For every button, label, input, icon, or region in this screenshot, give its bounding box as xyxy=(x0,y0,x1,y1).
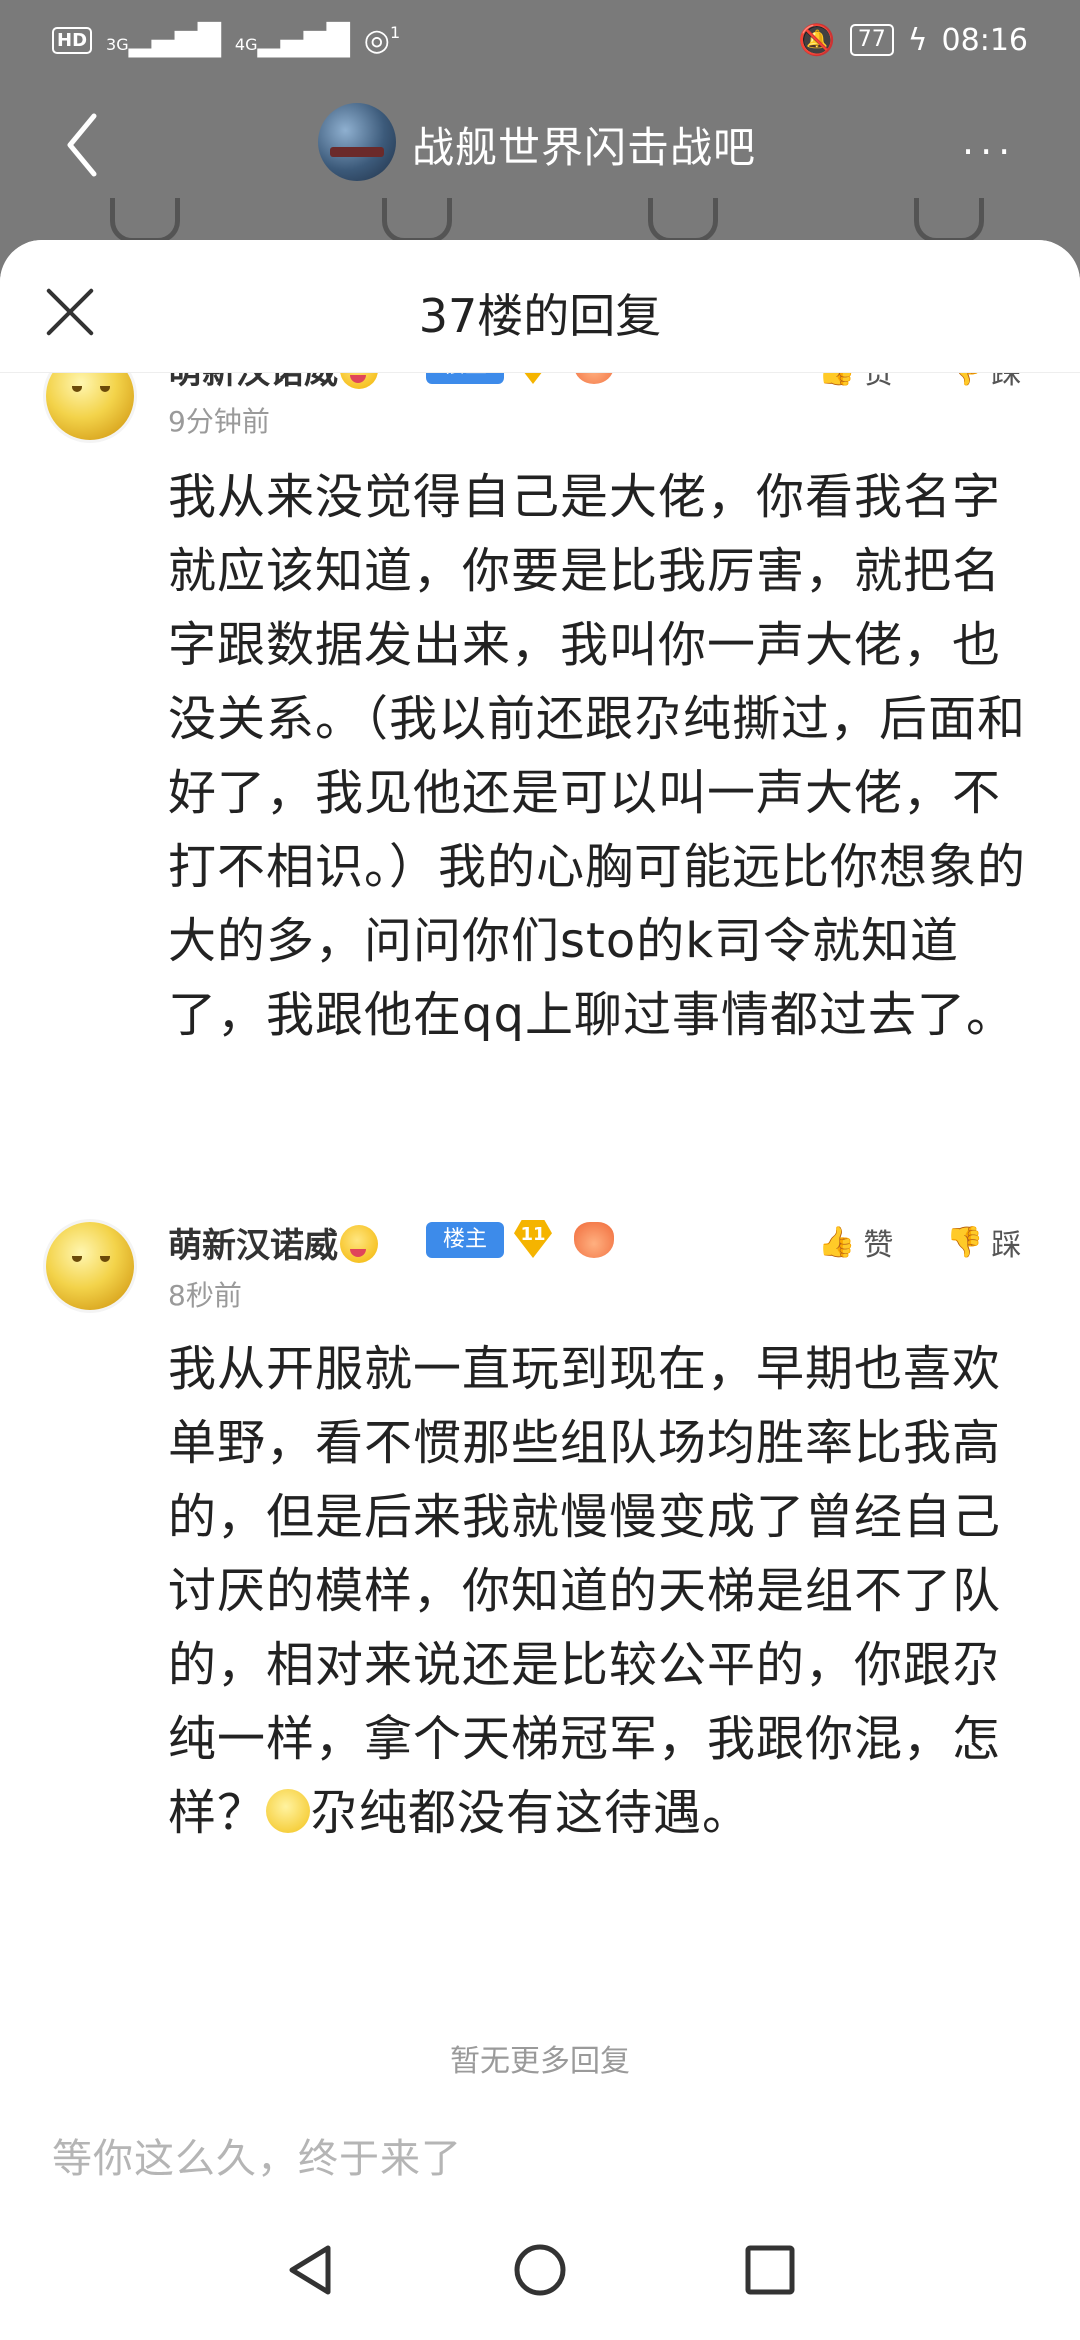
smile-emoji-icon xyxy=(266,1789,311,1833)
forum-header: 战舰世界闪击战吧 ··· xyxy=(0,80,1080,210)
tongue-emoji-icon xyxy=(340,1225,378,1263)
signal-4g-icon: 4G▂▄▆█ xyxy=(234,22,350,58)
bg-share-icon xyxy=(648,198,718,243)
back-arrow-icon[interactable] xyxy=(62,110,102,180)
signal-3g-icon: 3G▂▄▆█ xyxy=(106,22,221,58)
sheet-title: 37楼的回复 xyxy=(418,289,662,343)
system-nav-bar xyxy=(0,2200,1080,2340)
background-toolbar-icons xyxy=(0,198,1080,243)
reply-content[interactable]: 我从开服就一直玩到现在，早期也喜欢单野，看不惯那些组队场均胜率比我高的，但是后来… xyxy=(168,1332,1038,1850)
status-left: HD 3G▂▄▆█ 4G▂▄▆█ ◎1 xyxy=(52,23,400,58)
wifi-icon: ◎1 xyxy=(363,22,401,58)
sheet-header: 37楼的回复 xyxy=(0,240,1080,373)
nav-home-icon[interactable] xyxy=(510,2240,570,2300)
reply-input[interactable]: 等你这么久，终于来了 xyxy=(52,2126,462,2184)
more-menu-icon[interactable]: ··· xyxy=(962,130,1016,174)
status-right: 🔕 77 ϟ 08:16 xyxy=(798,23,1028,58)
status-bar: HD 3G▂▄▆█ 4G▂▄▆█ ◎1 🔕 77 ϟ 08:16 xyxy=(0,0,1080,80)
bell-muted-icon: 🔕 xyxy=(798,22,836,58)
level-badge-icon: 11 xyxy=(514,1220,552,1258)
username[interactable]: 萌新汉诺威 xyxy=(168,1218,378,1267)
clock: 08:16 xyxy=(941,22,1028,58)
thumbs-up-icon: 👍 xyxy=(818,1224,856,1260)
bg-edit-icon xyxy=(382,198,452,243)
battery-icon: 77 xyxy=(849,24,894,56)
reply-time: 8秒前 xyxy=(168,1279,242,1312)
game-badge-icon xyxy=(574,1222,614,1258)
dislike-button[interactable]: 👎踩 xyxy=(946,1220,1021,1264)
nav-back-icon[interactable] xyxy=(280,2240,340,2300)
reply-sheet: 37楼的回复 萌新汉诺威 楼主 11 👍赞 👎踩 9分钟前 我从来没觉得自己是大… xyxy=(0,240,1080,2340)
charging-icon: ϟ xyxy=(907,22,928,58)
forum-title[interactable]: 战舰世界闪击战吧 xyxy=(412,114,756,175)
nav-recents-icon[interactable] xyxy=(740,2240,800,2300)
forum-avatar[interactable] xyxy=(318,103,396,181)
battery-level: 77 xyxy=(857,27,886,52)
hd-indicator: HD xyxy=(52,26,93,54)
like-button[interactable]: 👍赞 xyxy=(818,1220,893,1264)
bg-comment-icon xyxy=(110,198,180,243)
reply-item: 萌新汉诺威 楼主 11 👍 赞 👎 踩 8秒前 我从开服就一直玩到现在，早期也喜欢单… xyxy=(0,240,1080,1841)
op-badge: 楼主 xyxy=(426,1222,504,1258)
avatar[interactable] xyxy=(46,1222,134,1310)
bg-like-icon xyxy=(914,198,984,243)
thumbs-down-icon: 👎 xyxy=(946,1224,984,1260)
no-more-replies: 暂无更多回复 xyxy=(450,2044,630,2079)
